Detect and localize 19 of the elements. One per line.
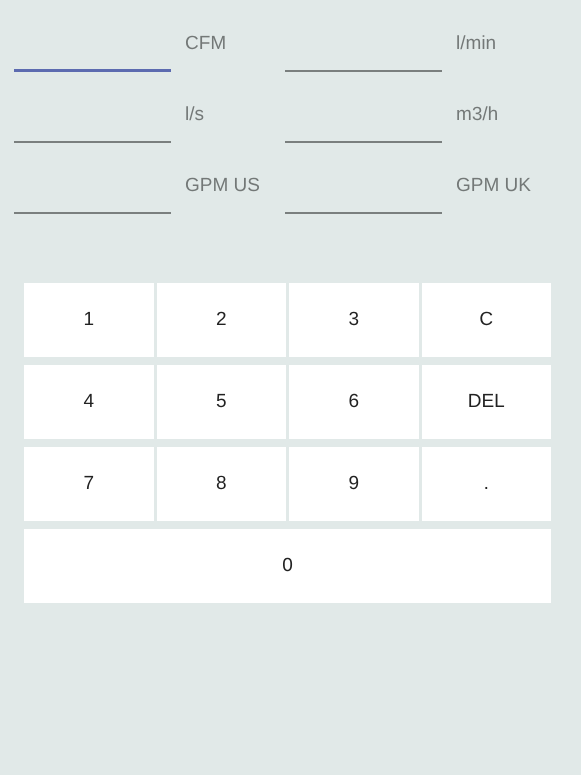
keypad-key[interactable]: 1: [24, 283, 154, 357]
keypad-key[interactable]: DEL: [422, 365, 551, 439]
unit-label: m3/h: [456, 104, 498, 126]
keypad-key[interactable]: 8: [156, 447, 286, 521]
keypad-key[interactable]: 4: [24, 365, 154, 439]
keypad-key[interactable]: 7: [24, 447, 154, 521]
keypad-key[interactable]: C: [422, 283, 551, 357]
unit-label: GPM UK: [456, 175, 531, 197]
unit-label: l/s: [185, 104, 204, 126]
unit-label: GPM US: [185, 175, 260, 197]
keypad-key[interactable]: 9: [289, 447, 418, 521]
unit-label: l/min: [456, 33, 496, 55]
keypad-key[interactable]: 5: [156, 365, 286, 439]
keypad-key[interactable]: 0: [24, 529, 551, 603]
keypad-key[interactable]: 2: [156, 283, 286, 357]
keypad-key[interactable]: .: [422, 447, 551, 521]
keypad-key[interactable]: 6: [289, 365, 418, 439]
unit-label: CFM: [185, 33, 226, 55]
keypad-key[interactable]: 3: [289, 283, 418, 357]
